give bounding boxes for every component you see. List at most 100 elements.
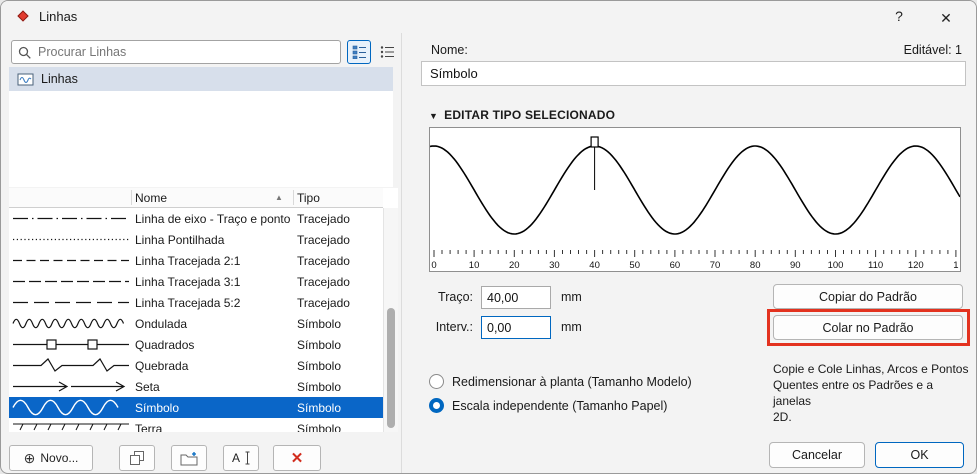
- line-name-cell: Seta: [135, 380, 160, 394]
- list-view-icon: [380, 46, 394, 58]
- svg-text:40: 40: [589, 260, 600, 271]
- line-name-cell: Quadrados: [135, 338, 195, 352]
- tree-view-icon: [352, 45, 366, 59]
- svg-text:0: 0: [431, 260, 436, 271]
- colar-no-padrao-button[interactable]: Colar no Padrão: [773, 315, 963, 340]
- column-divider: [131, 190, 132, 205]
- table-row[interactable]: Ondulada Símbolo: [9, 313, 383, 334]
- rename-button[interactable]: A: [223, 445, 259, 471]
- line-style-preview: [11, 250, 131, 271]
- svg-text:80: 80: [750, 260, 761, 271]
- svg-text:60: 60: [670, 260, 681, 271]
- line-style-preview: [11, 271, 131, 292]
- title-bar: Linhas ? ✕: [1, 1, 976, 33]
- svg-text:10: 10: [469, 260, 480, 271]
- radio-scale-independent[interactable]: Escala independente (Tamanho Papel): [429, 398, 667, 413]
- interv-input[interactable]: [481, 316, 551, 339]
- copiar-do-padrao-button[interactable]: Copiar do Padrão: [773, 284, 963, 309]
- new-folder-button[interactable]: [171, 445, 207, 471]
- table-row[interactable]: Linha Tracejada 5:2 Tracejado: [9, 292, 383, 313]
- column-header-tipo[interactable]: Tipo: [297, 191, 320, 205]
- text-cursor-icon: [245, 451, 250, 465]
- line-type-cell: Símbolo: [297, 401, 342, 415]
- radio-circle-icon[interactable]: [429, 398, 444, 413]
- line-style-preview: [11, 376, 131, 397]
- radio-resize-label: Redimensionar à planta (Tamanho Modelo): [452, 374, 692, 389]
- table-row[interactable]: Símbolo Símbolo: [9, 397, 383, 418]
- traco-input[interactable]: [481, 286, 551, 309]
- table-row[interactable]: Linha Tracejada 2:1 Tracejado: [9, 250, 383, 271]
- line-style-preview: [11, 292, 131, 313]
- new-folder-icon: [180, 451, 198, 465]
- wave-preview-graphic: [429, 136, 961, 235]
- line-style-preview: [11, 355, 131, 376]
- column-header-nome[interactable]: Nome: [135, 191, 167, 205]
- traco-unit: mm: [561, 290, 582, 304]
- radio-circle-icon[interactable]: [429, 374, 444, 389]
- collapse-triangle-icon: ▼: [429, 111, 439, 121]
- line-type-table: Nome ▲ Tipo Linha de eixo - Traço e pont…: [9, 188, 398, 432]
- line-style-preview: [11, 334, 131, 355]
- line-name-cell: Linha Pontilhada: [135, 233, 225, 247]
- line-type-cell: Símbolo: [297, 338, 342, 352]
- table-header[interactable]: Nome ▲ Tipo: [9, 188, 383, 208]
- svg-text:1: 1: [953, 260, 958, 271]
- table-row[interactable]: Quebrada Símbolo: [9, 355, 383, 376]
- radio-scale-label: Escala independente (Tamanho Papel): [452, 398, 668, 413]
- duplicate-button[interactable]: [119, 445, 155, 471]
- ruler-graphic: 0 10 20 30 40 50 60 70 80 90 100 110 120 1: [431, 250, 959, 271]
- line-type-cell: Tracejado: [297, 296, 350, 310]
- window-title: Linhas: [39, 9, 78, 24]
- line-name-cell: Símbolo: [135, 401, 180, 415]
- line-style-preview: [11, 208, 131, 229]
- delete-x-icon: ✕: [290, 450, 304, 467]
- table-row[interactable]: Seta Símbolo: [9, 376, 383, 397]
- radio-resize-to-plan[interactable]: Redimensionar à planta (Tamanho Modelo): [429, 374, 692, 389]
- cancel-button[interactable]: Cancelar: [769, 442, 865, 468]
- svg-text:70: 70: [710, 260, 721, 271]
- table-row[interactable]: Linha Pontilhada Tracejado: [9, 229, 383, 250]
- help-button[interactable]: ?: [888, 8, 910, 28]
- dash-length-handle: [590, 136, 599, 148]
- ok-button[interactable]: OK: [875, 442, 964, 468]
- section-title: EDITAR TIPO SELECIONADO: [444, 108, 616, 122]
- line-style-preview: [11, 397, 131, 418]
- svg-text:110: 110: [868, 260, 883, 271]
- search-input[interactable]: [38, 43, 334, 61]
- table-row[interactable]: Quadrados Símbolo: [9, 334, 383, 355]
- line-type-cell: Tracejado: [297, 233, 350, 247]
- tree-item-linhas[interactable]: Linhas: [9, 67, 393, 91]
- scrollbar-thumb[interactable]: [387, 308, 395, 428]
- line-name-cell: Linha Tracejada 3:1: [135, 275, 241, 289]
- svg-text:30: 30: [549, 260, 560, 271]
- interv-unit: mm: [561, 320, 582, 334]
- sort-ascending-icon: ▲: [275, 193, 283, 202]
- search-box: [11, 40, 341, 64]
- tree-item-label: Linhas: [41, 72, 78, 86]
- name-input[interactable]: [421, 61, 966, 86]
- folder-tree: Linhas: [9, 67, 393, 187]
- tree-view-toggle-button[interactable]: [347, 40, 371, 64]
- line-type-cell: Tracejado: [297, 254, 350, 268]
- search-icon: [18, 46, 31, 59]
- close-button[interactable]: ✕: [926, 5, 966, 31]
- hint-text: Copie e Cole Linhas, Arcos e Pontos Quen…: [773, 362, 969, 424]
- svg-text:100: 100: [828, 260, 844, 271]
- table-scrollbar[interactable]: [383, 208, 398, 432]
- table-row[interactable]: Terra Símbolo: [9, 418, 383, 432]
- table-row[interactable]: Linha de eixo - Traço e ponto Tracejado: [9, 208, 383, 229]
- table-row[interactable]: Linha Tracejada 3:1 Tracejado: [9, 271, 383, 292]
- list-view-toggle-button[interactable]: [375, 40, 399, 64]
- section-header-edit-selected-type[interactable]: ▼ EDITAR TIPO SELECIONADO: [429, 108, 615, 122]
- ruler: 0 10 20 30 40 50 60 70 80 90 100 110 120 1: [429, 250, 961, 272]
- plus-circle-icon: ⊕: [23, 449, 36, 466]
- interv-label: Interv.:: [435, 320, 473, 334]
- delete-button[interactable]: ✕: [273, 445, 321, 471]
- new-line-button[interactable]: ⊕ Novo...: [9, 445, 93, 471]
- line-table-body: Linha de eixo - Traço e ponto Tracejado Li…: [9, 208, 383, 432]
- line-preview-canvas[interactable]: [429, 127, 961, 251]
- line-type-cell: Tracejado: [297, 212, 350, 226]
- new-line-button-label: Novo...: [40, 451, 79, 465]
- line-type-cell: Símbolo: [297, 380, 342, 394]
- column-divider: [293, 190, 294, 205]
